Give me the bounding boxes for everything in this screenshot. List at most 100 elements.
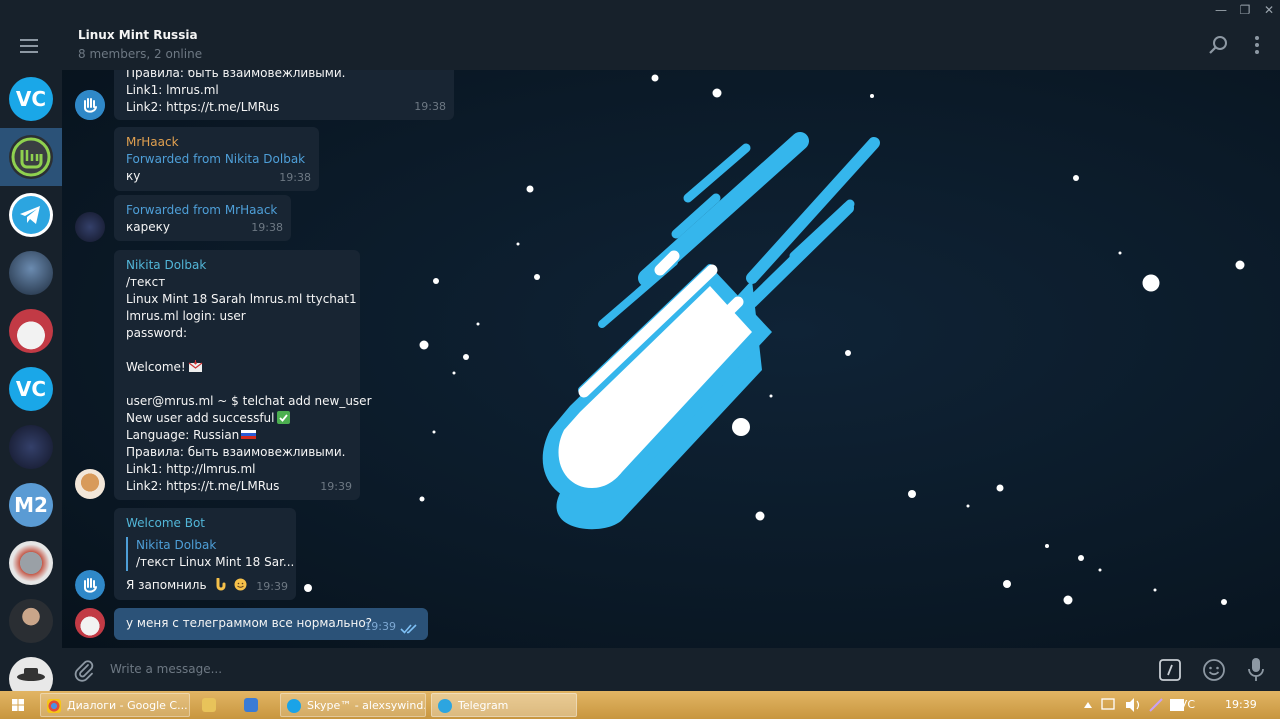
dialog-avatar: [9, 251, 53, 295]
reply-author: Nikita Dolbak: [136, 538, 217, 552]
message-time: 19:39: [320, 480, 352, 493]
dialog-avatar: VC: [9, 367, 53, 411]
outgoing-message-bubble[interactable]: у меня с телеграммом все нормально? 19:3…: [114, 608, 428, 640]
message-text: Я запомниль: [126, 578, 207, 592]
message-bubble[interactable]: Forwarded from MrHaack кареку 19:38: [114, 195, 291, 241]
taskbar-clock[interactable]: 19:39: [1225, 691, 1257, 719]
dialog-item[interactable]: [0, 650, 62, 692]
keyboard-language-indicator[interactable]: РУС: [1174, 691, 1195, 719]
hamburger-menu-icon[interactable]: [20, 38, 42, 54]
welcome-bot-avatar[interactable]: [75, 90, 105, 120]
message-time: 19:38: [279, 171, 311, 184]
dialog-avatar: M2: [9, 483, 53, 527]
message-input[interactable]: [110, 656, 1110, 682]
message-text-line: Link1: http://lmrus.ml: [126, 462, 256, 476]
message-bubble[interactable]: Правила: быть взаимовежливыми. Link1: lm…: [114, 70, 454, 120]
message-text-line: Правила: быть взаимовежливыми.: [126, 445, 346, 459]
dialog-avatar: [9, 599, 53, 643]
dialog-avatar: [9, 309, 53, 353]
message-text-line: Link1: lmrus.ml: [126, 83, 219, 97]
dialog-item[interactable]: M2: [0, 476, 62, 534]
dialog-item[interactable]: VC: [0, 360, 62, 418]
mrhaack-avatar[interactable]: [75, 212, 105, 242]
skype-icon: [287, 699, 301, 713]
paperclip-attach-icon[interactable]: [72, 658, 96, 682]
minimize-button[interactable]: —: [1208, 0, 1234, 20]
dialog-item[interactable]: [0, 186, 62, 244]
dialogs-sidebar: VC VC M2: [0, 20, 62, 692]
bot-command-icon[interactable]: [1159, 659, 1181, 681]
message-sender[interactable]: MrHaack: [126, 134, 307, 151]
envelope-emoji-icon: [188, 360, 203, 372]
dialog-item[interactable]: [0, 592, 62, 650]
message-text-line: [126, 342, 348, 359]
microphone-icon[interactable]: [1246, 657, 1266, 683]
dialog-item[interactable]: [0, 534, 62, 592]
chat-area: Правила: быть взаимовежливыми. Link1: lm…: [62, 70, 1280, 648]
task-label: Диалоги - Google C...: [67, 699, 188, 712]
message-text-line: [126, 376, 348, 393]
dialog-item-linux-mint-russia[interactable]: [0, 128, 62, 186]
nikita-dolbak-avatar[interactable]: [75, 469, 105, 499]
taskbar-file-explorer[interactable]: [196, 693, 232, 717]
message-time: 19:38: [251, 221, 283, 234]
dialog-avatar: [9, 541, 53, 585]
chat-header: Linux Mint Russia 8 members, 2 online: [62, 20, 1280, 70]
message-text-line: /текст: [126, 275, 166, 289]
message-sender[interactable]: Welcome Bot: [126, 515, 284, 532]
folder-icon: [202, 698, 216, 712]
message-bubble[interactable]: Nikita Dolbak /текст Linux Mint 18 Sarah…: [114, 250, 372, 500]
smiling-face-emoji-icon: [234, 578, 247, 591]
chat-members-status: 8 members, 2 online: [78, 47, 203, 61]
dialog-avatar: VC: [9, 77, 53, 121]
search-icon[interactable]: [1208, 34, 1230, 56]
message-text: Welcome!: [126, 360, 186, 374]
message-text-line: Link2: https://t.me/LMRus: [126, 479, 280, 493]
restore-button[interactable]: ❐: [1232, 0, 1258, 20]
emoji-picker-icon[interactable]: [1202, 658, 1226, 682]
message-time: 19:39: [256, 580, 288, 593]
message-composer: [62, 648, 1280, 691]
reply-quote[interactable]: Nikita Dolbak /текст Linux Mint 18 Sar..…: [126, 537, 295, 571]
message-bubble[interactable]: MrHaack Forwarded from Nikita Dolbak ку …: [114, 127, 319, 191]
taskbar-chrome-dialogs[interactable]: Диалоги - Google C...: [40, 693, 190, 717]
message-text-line: Правила: быть взаимовежливыми.: [126, 70, 346, 80]
dialog-item[interactable]: [0, 418, 62, 476]
dialog-item[interactable]: VC: [0, 70, 62, 128]
message-text: Language: Russian: [126, 428, 240, 442]
forwarded-from-label[interactable]: Forwarded from MrHaack: [126, 202, 279, 219]
taskbar-skype[interactable]: Skype™ - alexsywind...: [280, 693, 426, 717]
chat-title[interactable]: Linux Mint Russia: [78, 28, 198, 42]
russian-flag-emoji-icon: [241, 430, 257, 439]
reply-text: /текст Linux Mint 18 Sar...: [136, 555, 295, 569]
message-text-line: lmrus.ml login: user: [126, 309, 246, 323]
message-bubble[interactable]: Welcome Bot Nikita Dolbak /текст Linux M…: [114, 508, 296, 600]
check-mark-emoji-icon: [277, 411, 291, 424]
more-options-icon[interactable]: [1248, 34, 1266, 56]
chrome-icon: [47, 699, 61, 713]
windows-start-icon[interactable]: [0, 691, 36, 719]
welcome-bot-avatar[interactable]: [75, 570, 105, 600]
message-text-line: password:: [126, 326, 188, 340]
taskbar-telegram[interactable]: Telegram: [431, 693, 577, 717]
dialog-item[interactable]: [0, 302, 62, 360]
window-titlebar: — ❐ ✕: [0, 0, 1280, 20]
windows-taskbar: Диалоги - Google C... Skype™ - alexsywin…: [0, 691, 1280, 719]
my-avatar[interactable]: [75, 608, 105, 638]
message-sender[interactable]: Nikita Dolbak: [126, 257, 348, 274]
close-button[interactable]: ✕: [1256, 0, 1280, 20]
dialog-avatar: [9, 425, 53, 469]
message-text-line: New user add successful: [126, 410, 348, 427]
message-text-line: Linux Mint 18 Sarah lmrus.ml ttychat1: [126, 292, 357, 306]
pointing-hand-emoji-icon: [216, 578, 226, 591]
telegram-window: — ❐ ✕ VC VC M2 Linux Mint Russia 8 membe…: [0, 0, 1280, 719]
message-time: 19:38: [414, 100, 446, 113]
taskbar-network-app[interactable]: [238, 693, 274, 717]
message-text-line: user@mrus.ml ~ $ telchat add new_user: [126, 394, 372, 408]
message-text-line: Welcome!: [126, 359, 348, 376]
task-label: Skype™ - alexsywind...: [307, 699, 426, 712]
task-label: Telegram: [458, 699, 509, 712]
message-time: 19:39: [364, 620, 396, 633]
forwarded-from-label[interactable]: Forwarded from Nikita Dolbak: [126, 151, 307, 168]
dialog-item[interactable]: [0, 244, 62, 302]
